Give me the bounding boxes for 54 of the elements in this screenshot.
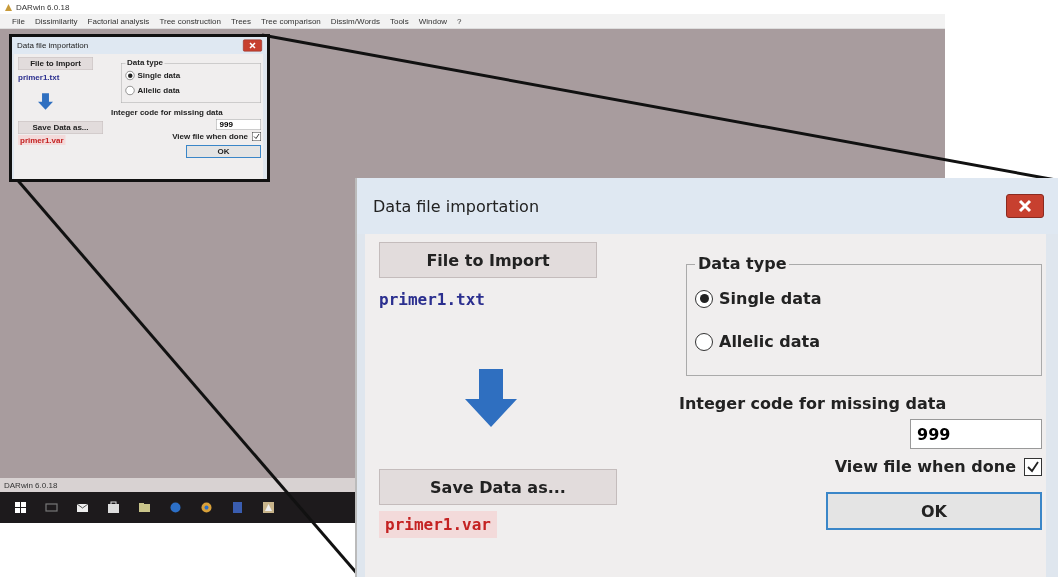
close-icon (249, 42, 256, 49)
radio-button[interactable] (695, 332, 713, 351)
checkbox[interactable] (252, 132, 261, 141)
file-name: primer1.txt (379, 290, 485, 309)
ok-button[interactable]: OK (186, 145, 261, 158)
input-field[interactable]: 999 (910, 419, 1042, 449)
close-button[interactable] (1006, 194, 1044, 218)
task-view-icon (45, 501, 58, 514)
menu-item[interactable]: Window (418, 16, 448, 26)
application-icon (262, 501, 275, 514)
checkmark-icon (1026, 459, 1040, 474)
checkbox-label: View file when done (834, 457, 1016, 476)
file-import-button[interactable]: File to Import (18, 57, 93, 70)
radio-label: Single data (137, 71, 181, 80)
file-name: primer1.var (18, 135, 66, 145)
menu-item[interactable]: File (12, 16, 25, 26)
folder-icon (138, 501, 151, 514)
menu-item[interactable]: Tree construction (159, 16, 221, 26)
close-icon (1018, 199, 1032, 213)
checkbox[interactable] (1024, 457, 1042, 476)
arrow-icon (38, 93, 53, 110)
arrow-icon (465, 369, 517, 427)
file-import-button[interactable]: File to Import (379, 242, 597, 278)
dialog-title: Data file importation (17, 41, 89, 50)
close-button[interactable] (243, 39, 262, 52)
field-label: Integer code for missing data (111, 108, 223, 117)
menu-item[interactable]: Trees (230, 16, 252, 26)
menu-item[interactable]: Tree comparison (261, 16, 321, 26)
menu-item[interactable]: ? (457, 16, 462, 26)
radio-button[interactable] (695, 289, 713, 308)
file-name: primer1.var (379, 511, 497, 538)
radio-button[interactable] (125, 86, 135, 95)
app-icon (4, 2, 13, 12)
radio-label: Allelic data (719, 332, 820, 351)
menu-item[interactable]: Factorial analysis (87, 16, 150, 26)
start-icon (14, 501, 27, 514)
dialog-title: Data file importation (373, 196, 540, 216)
file-name: primer1.txt (18, 73, 60, 82)
window-title: DARwin 6.0.18 (16, 2, 70, 12)
menu-item[interactable]: Dissim/Words (330, 16, 380, 26)
ok-button[interactable]: OK (826, 492, 1042, 530)
menu-item[interactable]: Tools (389, 16, 409, 26)
radio-label: Allelic data (137, 86, 180, 95)
field-label: Integer code for missing data (679, 394, 947, 413)
group-label: Data type (695, 254, 790, 273)
save-data-button[interactable]: Save Data as... (18, 121, 103, 134)
checkbox-label: View file when done (172, 132, 248, 141)
menu-item[interactable]: Dissimilarity (34, 16, 78, 26)
document-icon (231, 501, 244, 514)
radio-button[interactable] (125, 71, 135, 80)
save-data-button[interactable]: Save Data as... (379, 469, 617, 505)
mail-icon (76, 501, 89, 514)
input-field[interactable]: 999 (216, 119, 261, 130)
radio-label: Single data (719, 289, 822, 308)
